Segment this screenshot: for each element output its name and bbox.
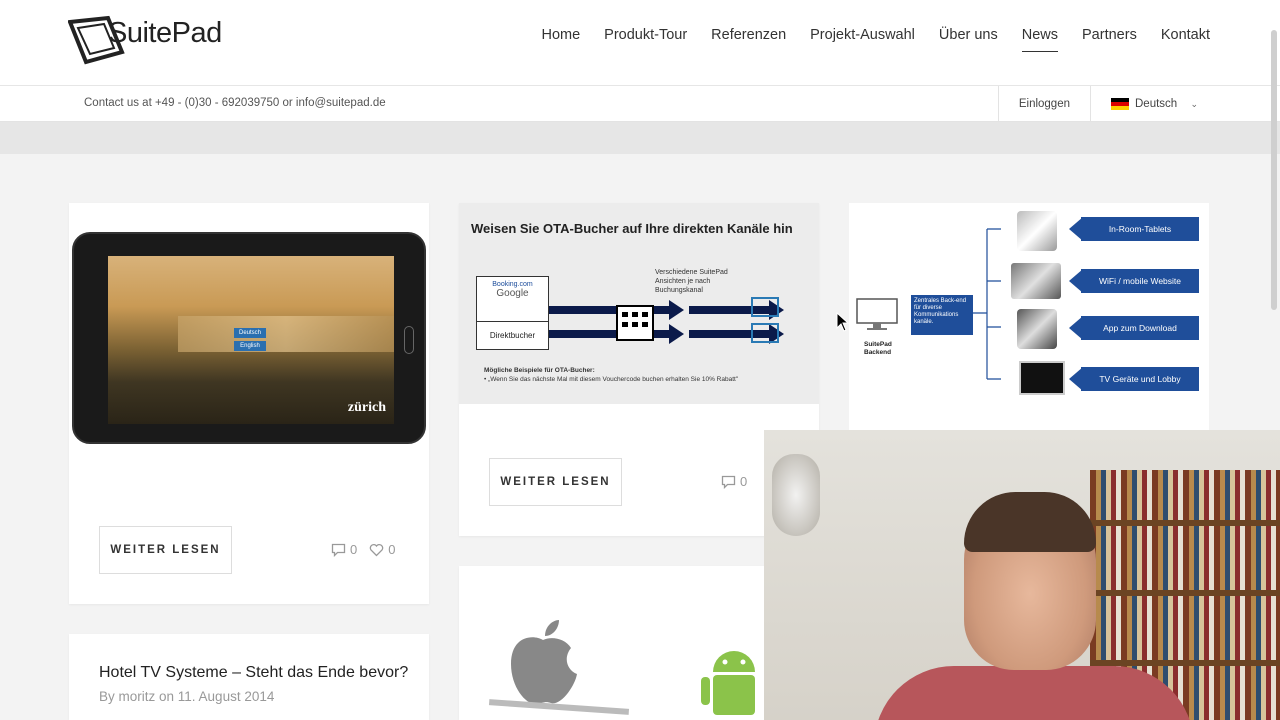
flow-label-wifi: WiFi / mobile Website	[1081, 269, 1199, 293]
ota-brands: Booking.com Google	[477, 277, 548, 322]
comment-icon[interactable]	[331, 543, 346, 557]
android-logo-icon[interactable]	[699, 642, 769, 720]
nav-partners[interactable]: Partners	[1082, 27, 1137, 52]
ota-caption-line3: Buchungskanal	[655, 287, 703, 294]
phone-device-icon	[1017, 309, 1057, 349]
webcam-overlay	[764, 430, 1280, 720]
mouse-cursor-icon	[836, 312, 850, 332]
nav-kontakt[interactable]: Kontakt	[1161, 27, 1210, 52]
comment-icon[interactable]	[721, 475, 736, 489]
ota-caption: Verschiedene SuitePad Ansichten je nach …	[655, 268, 728, 295]
read-more-button-1[interactable]: WEITER LESEN	[99, 526, 232, 574]
nav-produkt-tour[interactable]: Produkt-Tour	[604, 27, 687, 52]
read-more-button-2[interactable]: WEITER LESEN	[489, 458, 622, 506]
contact-text: Contact us at +49 - (0)30 - 692039750 or…	[84, 97, 386, 109]
shelf-board	[1090, 660, 1280, 666]
flow-label-tv: TV Geräte und Lobby	[1081, 367, 1199, 391]
monitor-icon	[856, 298, 898, 330]
device-view-2	[751, 323, 779, 343]
zurich-logo: zürich	[347, 400, 386, 415]
chandelier-visual	[772, 454, 820, 536]
ota-channel-box: Booking.com Google Direktbucher	[476, 276, 549, 350]
backend-box: Zentrales Back-end für diverse Kommunika…	[911, 295, 973, 335]
nav-home[interactable]: Home	[541, 27, 580, 52]
post-title[interactable]: Hotel TV Systeme – Steht das Ende bevor?	[99, 664, 408, 682]
login-link[interactable]: Einloggen	[997, 86, 1090, 122]
comment-count: 0	[740, 474, 748, 489]
tablet-screen: Deutsch English zürich	[108, 256, 394, 424]
tablet-device-icon	[1017, 211, 1057, 251]
laptop-device-icon	[1011, 263, 1061, 299]
flow-label-tablets: In-Room-Tablets	[1081, 217, 1199, 241]
tablet-lang-deutsch: Deutsch	[234, 328, 266, 338]
ota-google: Google	[496, 288, 529, 299]
german-flag-icon	[1111, 98, 1129, 110]
page-band	[0, 122, 1280, 154]
chevron-down-icon: ⌄	[1190, 98, 1198, 109]
tablet-home-button	[404, 326, 414, 354]
post-byline: By moritz on 11. August 2014	[99, 689, 275, 704]
nav-ueber-uns[interactable]: Über uns	[939, 27, 998, 52]
device-view-1	[751, 297, 779, 317]
language-label: Deutsch	[1135, 98, 1178, 110]
language-selector[interactable]: Deutsch ⌄	[1090, 86, 1210, 122]
nav-referenzen[interactable]: Referenzen	[711, 27, 786, 52]
logo-text: SuitePad	[108, 17, 222, 49]
topbar-actions: Einloggen Deutsch ⌄	[997, 86, 1210, 122]
ota-note: Mögliche Beispiele für OTA-Bucher: • „We…	[484, 366, 738, 384]
post-meta-1: 0 0	[331, 542, 395, 557]
ota-caption-line2: Ansichten je nach	[655, 278, 711, 285]
nav-projekt-auswahl[interactable]: Projekt-Auswahl	[810, 27, 915, 52]
ota-note-title: Mögliche Beispiele für OTA-Bucher:	[484, 367, 595, 374]
nav-news[interactable]: News	[1021, 27, 1059, 52]
suitepad-logo[interactable]: SuitePad	[67, 14, 228, 66]
flow-label-app: App zum Download	[1081, 316, 1199, 340]
ota-image[interactable]: Weisen Sie OTA-Bucher auf Ihre direkten …	[459, 203, 819, 404]
tablet-image[interactable]: Deutsch English zürich	[72, 232, 426, 444]
comment-count: 0	[350, 542, 358, 557]
backend-label-line1: SuitePad	[864, 341, 892, 348]
lake-visual	[178, 316, 394, 352]
heart-icon[interactable]	[369, 543, 384, 557]
backend-label: SuitePad Backend	[864, 341, 892, 357]
ota-caption-line1: Verschiedene SuitePad	[655, 269, 728, 276]
post-meta-2: 0	[721, 474, 747, 489]
ota-direct: Direktbucher	[489, 331, 536, 340]
shelf-board	[1090, 590, 1280, 596]
tv-device-icon	[1019, 361, 1065, 395]
person-shirt	[874, 666, 1194, 720]
ota-note-text: • „Wenn Sie das nächste Mal mit diesem V…	[484, 376, 739, 383]
tablet-lang-english: English	[234, 341, 266, 351]
shelf-board	[1090, 520, 1280, 526]
main-nav: Home Produkt-Tour Referenzen Projekt-Aus…	[517, 27, 1210, 52]
arrow-heads	[1069, 217, 1083, 391]
post-card-3-image[interactable]: SuitePad Backend Zentrales Back-end für …	[849, 203, 1209, 431]
apple-logo-icon[interactable]	[503, 618, 583, 710]
ota-booking: Booking.com	[492, 281, 533, 288]
scrollbar-thumb[interactable]	[1271, 30, 1277, 310]
backend-label-line2: Backend	[864, 349, 892, 356]
ota-image-title: Weisen Sie OTA-Bucher auf Ihre direkten …	[471, 221, 793, 236]
like-count: 0	[388, 542, 396, 557]
contact-bar: Contact us at +49 - (0)30 - 692039750 or…	[0, 86, 1280, 122]
site-header: SuitePad Home Produkt-Tour Referenzen Pr…	[0, 0, 1280, 86]
